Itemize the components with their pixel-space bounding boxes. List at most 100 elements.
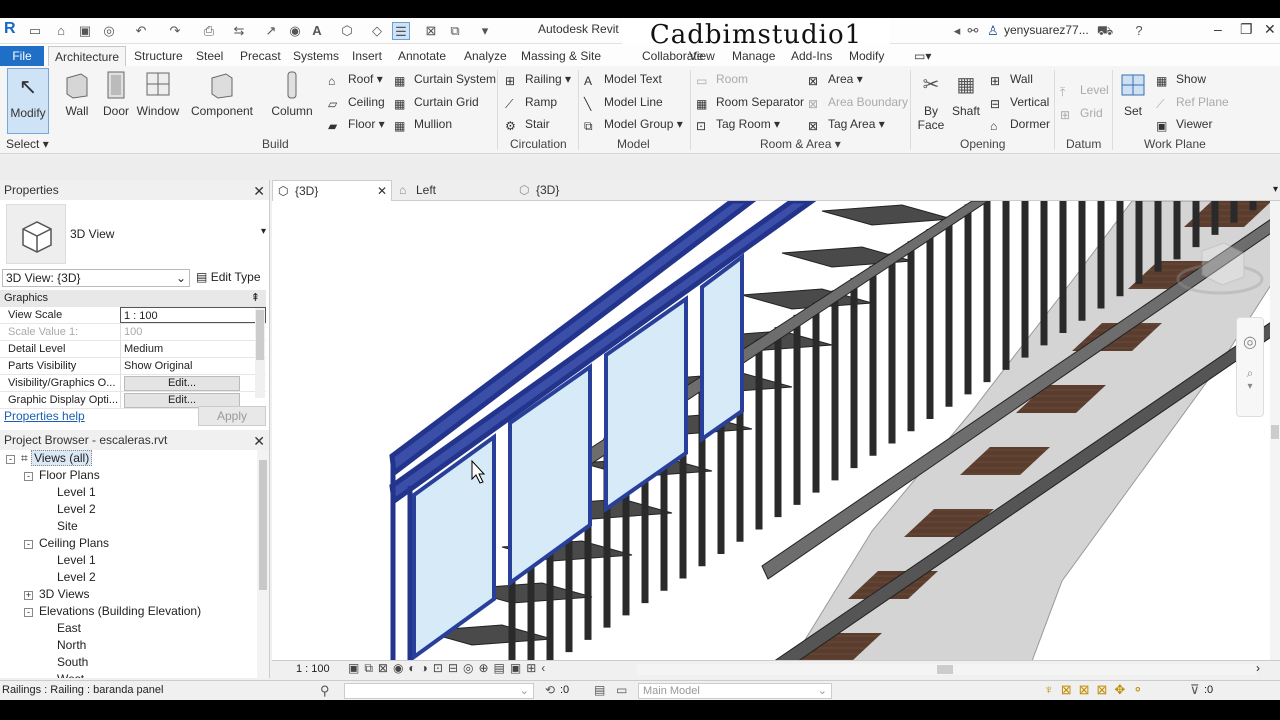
level-button[interactable]: ⤒ Level (1060, 83, 1109, 99)
tab-analyze[interactable]: Analyze (458, 46, 513, 66)
revit-logo-icon[interactable]: R (4, 20, 16, 38)
navigation-bar[interactable]: ◎ ⌕ ▾ (1236, 317, 1264, 417)
nav-dropdown-icon[interactable]: ▾ (1237, 381, 1263, 392)
model-group-button[interactable]: ⧉ Model Group ▾ (584, 117, 683, 133)
tag-icon[interactable]: ◉ (286, 22, 304, 40)
browser-node[interactable]: South (0, 654, 256, 671)
area-button[interactable]: ⊠ Area ▾ (808, 72, 863, 88)
property-value[interactable]: Medium (120, 341, 266, 357)
tab-massing-site[interactable]: Massing & Site (515, 46, 607, 66)
cart-icon[interactable]: ⛟ (1096, 22, 1114, 40)
design-options-icon[interactable]: ▤ (594, 683, 605, 697)
property-row[interactable]: Visibility/Graphics O... Edit... (0, 375, 266, 392)
browser-node[interactable]: - ⌗ Views (all) (0, 450, 256, 467)
canvas-vscroll[interactable] (1270, 201, 1280, 661)
close-hidden-icon[interactable]: ⊠ (422, 22, 440, 40)
measure-icon[interactable]: ⇆ (230, 22, 248, 40)
room-button[interactable]: ▭ Room (696, 72, 748, 88)
stair-model[interactable] (272, 201, 1280, 661)
wall-opening-button[interactable]: ⊞ Wall (990, 72, 1033, 88)
open-icon[interactable]: ⌂ (52, 22, 70, 40)
browser-node[interactable]: Site (0, 518, 256, 535)
zoom-icon[interactable]: ⌕ (1237, 366, 1263, 381)
apply-button[interactable]: Apply (198, 406, 266, 426)
view-scale-input[interactable]: 1 : 100 (120, 307, 266, 323)
browser-node[interactable]: North (0, 637, 256, 654)
tabs-menu-icon[interactable]: ▾ (1273, 184, 1278, 195)
property-row[interactable]: View Scale 1 : 100 (0, 307, 266, 324)
set-work-plane-button[interactable]: Set (1118, 70, 1148, 118)
component-button[interactable]: Component (190, 70, 254, 118)
view-control-icons[interactable]: ▣⧉⊠◉◐◑⊡⊟◎⊕▤▣⊞‹ (348, 661, 550, 676)
wall-button[interactable]: Wall (60, 70, 94, 118)
select-dropdown[interactable]: Select ▾ (6, 137, 49, 151)
tag-room-button[interactable]: ⊡ Tag Room ▾ (696, 117, 780, 133)
type-dropdown-icon[interactable]: ▾ (261, 226, 266, 237)
close-window-icon[interactable]: ✕ (1264, 21, 1276, 38)
browser-node[interactable]: East (0, 620, 256, 637)
mullion-button[interactable]: ▦ Mullion (394, 117, 452, 133)
text-icon[interactable]: A (308, 22, 326, 40)
print-icon[interactable]: ⎙ (200, 22, 218, 40)
curtain-system-button[interactable]: ▦ Curtain System (394, 72, 496, 88)
design-option-dropdown[interactable]: Main Model ⌄ (638, 683, 832, 699)
property-row[interactable]: Parts Visibility Show Original (0, 358, 266, 375)
vg-edit-button[interactable]: Edit... (124, 376, 240, 391)
tab-add-ins[interactable]: Add-Ins (785, 46, 838, 66)
tab-annotate[interactable]: Annotate (392, 46, 452, 66)
browser-node[interactable]: Level 1 (0, 484, 256, 501)
property-value[interactable]: Show Original (120, 358, 266, 374)
collapse-icon[interactable]: - (24, 472, 33, 481)
close-browser-icon[interactable]: ✕ (253, 431, 265, 451)
properties-scrollbar[interactable] (255, 308, 265, 398)
section-icon[interactable]: ◇ (368, 22, 386, 40)
tab-view[interactable]: View (683, 46, 721, 66)
collapse-icon[interactable]: ⇞ (251, 290, 260, 306)
door-button[interactable]: Door (100, 70, 132, 118)
instance-selector[interactable]: 3D View: {3D} ⌄ (2, 269, 190, 287)
model-text-button[interactable]: A Model Text (584, 72, 662, 88)
tab-precast[interactable]: Precast (234, 46, 287, 66)
steering-wheel-icon[interactable]: ◎ (1237, 332, 1263, 352)
collapse-icon[interactable]: - (6, 455, 15, 464)
browser-node[interactable]: - Elevations (Building Elevation) (0, 603, 256, 620)
curtain-grid-button[interactable]: ▦ Curtain Grid (394, 95, 479, 111)
editing-requests-icon[interactable]: ⟲ (545, 683, 555, 697)
user-icon[interactable]: ♙ (984, 22, 1002, 40)
collapse-icon[interactable]: - (24, 540, 33, 549)
qat-dropdown-icon[interactable]: ▾ (476, 22, 494, 40)
options-icon[interactable]: ▭ (616, 683, 627, 697)
grid-button[interactable]: ⊞ Grid (1060, 106, 1103, 122)
tab-left-view[interactable]: ⌂ Left (394, 180, 512, 201)
3d-viewport[interactable]: ◎ ⌕ ▾ (272, 201, 1280, 661)
minimize-icon[interactable]: – (1214, 21, 1222, 37)
tab-3d-view-2[interactable]: ⬡ {3D} (514, 180, 634, 201)
user-name[interactable]: yenysuarez77... (1004, 23, 1089, 37)
viewer-button[interactable]: ▣ Viewer (1156, 117, 1212, 133)
room-area-group-label[interactable]: Room & Area ▾ (760, 137, 841, 151)
model-line-button[interactable]: ╲ Model Line (584, 95, 663, 111)
binoculars-icon[interactable]: ⚯ (964, 22, 982, 40)
type-selector[interactable]: 3D View ▾ (4, 202, 266, 264)
browser-node[interactable]: Level 2 (0, 501, 256, 518)
browser-node[interactable]: - Ceiling Plans (0, 535, 256, 552)
view-scale[interactable]: 1 : 100 (296, 663, 330, 675)
graphics-category[interactable]: Graphics ⇞ (0, 290, 266, 307)
browser-node[interactable]: Level 1 (0, 552, 256, 569)
dormer-button[interactable]: ⌂ Dormer (990, 117, 1050, 133)
ceiling-button[interactable]: ▱ Ceiling (328, 95, 385, 111)
restore-icon[interactable]: ❐ (1240, 21, 1253, 38)
properties-help-link[interactable]: Properties help (4, 409, 85, 423)
floor-button[interactable]: ▰ Floor ▾ (328, 117, 385, 133)
worksets-icon[interactable]: ⚲ (320, 683, 330, 699)
scroll-right-icon[interactable]: › (1256, 661, 1260, 675)
browser-scrollbar[interactable] (257, 450, 269, 678)
tab-steel[interactable]: Steel (190, 46, 229, 66)
filter-icon[interactable]: ⊽ (1190, 682, 1200, 698)
ref-plane-button[interactable]: ⟋ Ref Plane (1156, 95, 1229, 111)
tab-insert[interactable]: Insert (346, 46, 388, 66)
vertical-opening-button[interactable]: ⊟ Vertical (990, 95, 1049, 111)
close-properties-icon[interactable]: ✕ (253, 181, 265, 201)
dimension-icon[interactable]: ↗ (262, 22, 280, 40)
railing-button[interactable]: ⊞ Railing ▾ (505, 72, 571, 88)
